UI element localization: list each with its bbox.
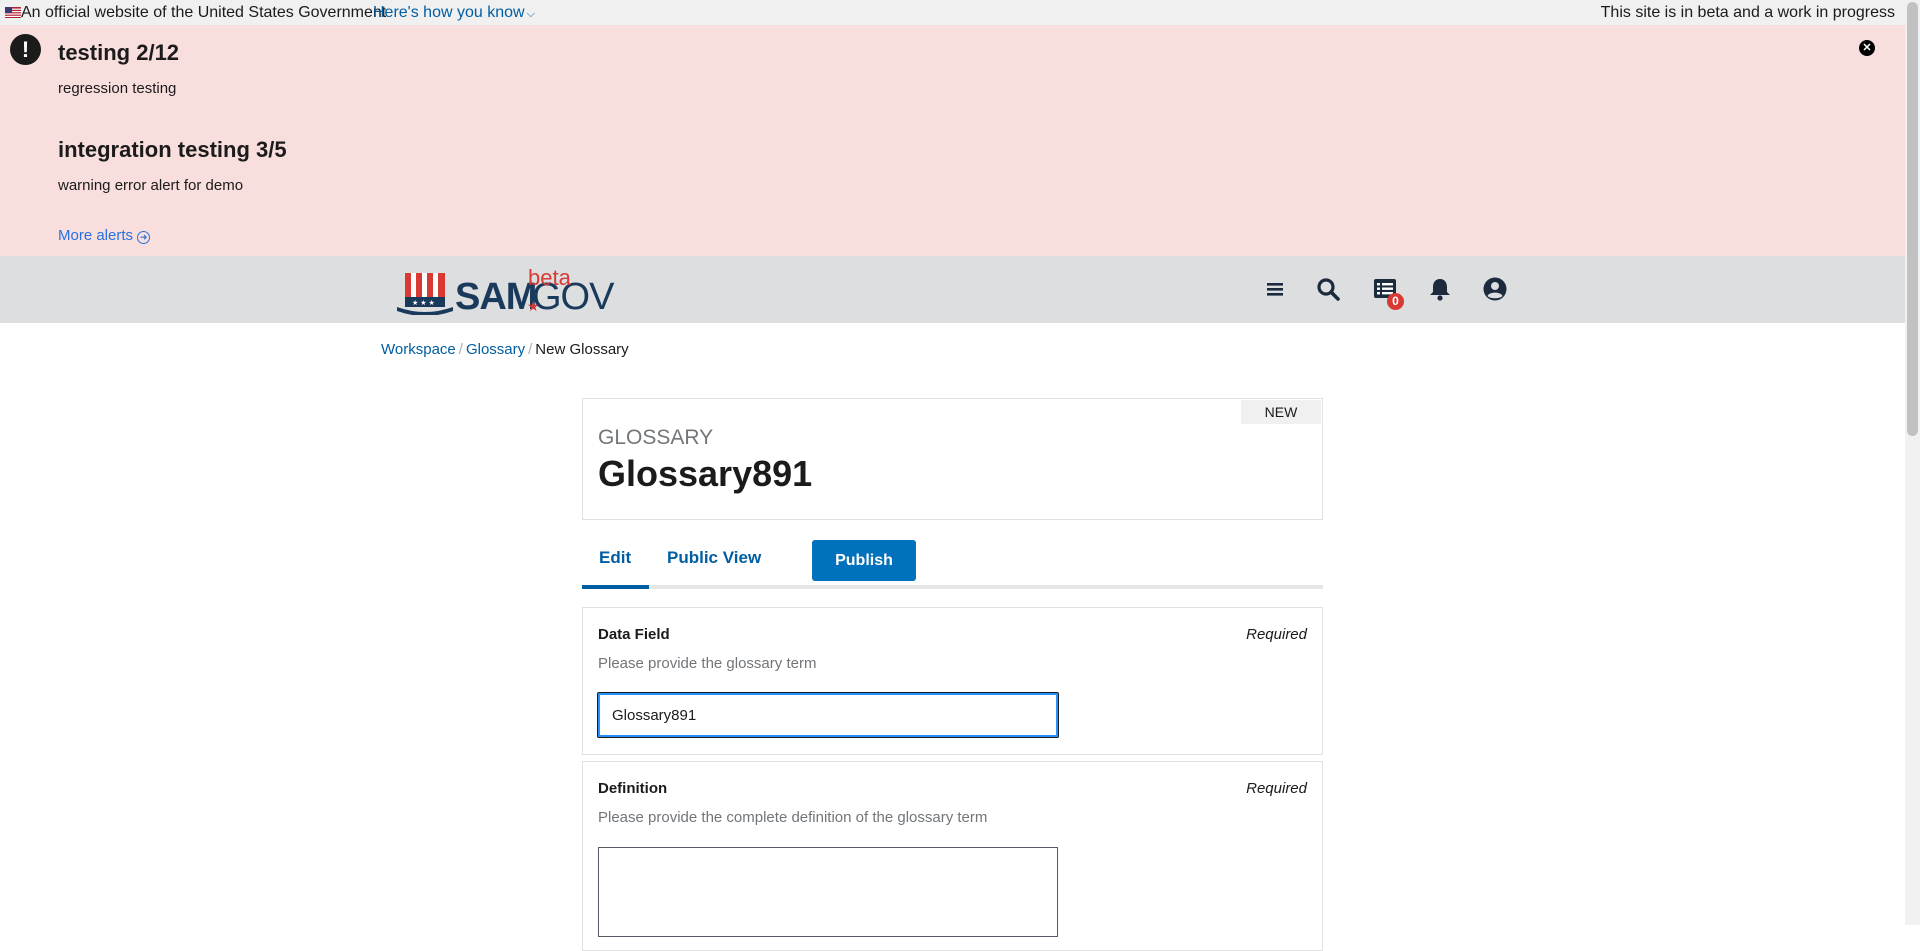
bell-icon[interactable]: [1427, 276, 1453, 302]
more-alerts-label[interactable]: More alerts: [58, 227, 133, 244]
how-you-know-label[interactable]: Here's how you know: [373, 4, 525, 21]
alert-body: warning error alert for demo: [58, 177, 244, 194]
data-field-hint: Please provide the glossary term: [598, 655, 817, 672]
data-field-input[interactable]: [597, 692, 1059, 738]
tab-public-view[interactable]: Public View: [667, 548, 761, 568]
sam-gov-logo[interactable]: ★ ★ ★ SAM ★ GOV beta: [397, 265, 614, 318]
breadcrumb-workspace-link[interactable]: Workspace: [381, 341, 456, 358]
breadcrumb-separator: /: [528, 341, 533, 358]
gov-banner: An official website of the United States…: [0, 0, 1905, 25]
site-header: ★ ★ ★ SAM ★ GOV beta: [0, 256, 1905, 323]
tab-bar: Edit Public View Publish: [582, 540, 1323, 590]
svg-text:★ ★ ★: ★ ★ ★: [412, 299, 435, 307]
definition-label: Definition: [598, 780, 668, 797]
scrollbar-thumb[interactable]: [1907, 2, 1918, 436]
chevron-down-icon: ⌵: [526, 8, 535, 20]
required-indicator: Required: [1246, 626, 1307, 643]
publish-button[interactable]: Publish: [812, 540, 916, 581]
status-badge: NEW: [1241, 400, 1321, 424]
page-kicker: GLOSSARY: [598, 426, 714, 449]
active-tab-indicator: [582, 585, 649, 589]
alerts-panel: ! testing 2/12 regression testing integr…: [0, 25, 1905, 256]
uncle-sam-hat-icon: ★ ★ ★: [397, 273, 453, 315]
more-alerts-link[interactable]: More alerts ➜: [58, 227, 151, 244]
page-title: Glossary891: [598, 453, 813, 494]
logo-sam-text: SAM: [455, 276, 537, 318]
breadcrumb-current: New Glossary: [535, 341, 629, 358]
data-field-label: Data Field: [598, 626, 670, 643]
how-you-know-link[interactable]: Here's how you know ⌵: [373, 0, 535, 27]
alert-title: testing 2/12: [58, 40, 180, 65]
breadcrumb-separator: /: [458, 341, 463, 358]
beta-notice: This site is in beta and a work in progr…: [1600, 4, 1895, 21]
alert-body: regression testing: [58, 80, 177, 97]
arrow-right-circle-icon: ➜: [137, 231, 151, 244]
official-website-text: An official website of the United States…: [21, 4, 387, 21]
close-icon[interactable]: ✕: [1859, 40, 1875, 56]
search-icon[interactable]: [1315, 276, 1341, 302]
breadcrumb: Workspace / Glossary / New Glossary: [381, 341, 629, 358]
data-field-section: Data Field Required Please provide the g…: [582, 607, 1323, 755]
definition-section: Definition Required Please provide the c…: [582, 761, 1323, 951]
user-icon[interactable]: [1482, 276, 1508, 302]
definition-textarea[interactable]: [598, 847, 1058, 937]
logo-beta-text: beta: [528, 265, 571, 290]
menu-icon[interactable]: [1262, 276, 1288, 302]
exclamation-icon: !: [10, 34, 41, 65]
notification-count-badge: 0: [1387, 293, 1404, 310]
us-flag-icon: [5, 7, 21, 18]
tab-bar-divider: [582, 585, 1323, 589]
page-scrollbar[interactable]: [1905, 0, 1920, 925]
breadcrumb-glossary-link[interactable]: Glossary: [466, 341, 525, 358]
alert-title: integration testing 3/5: [58, 137, 287, 162]
definition-hint: Please provide the complete definition o…: [598, 809, 988, 826]
tab-edit[interactable]: Edit: [599, 548, 631, 568]
required-indicator: Required: [1246, 780, 1307, 797]
glossary-title-card: NEW GLOSSARY Glossary891: [582, 398, 1323, 520]
